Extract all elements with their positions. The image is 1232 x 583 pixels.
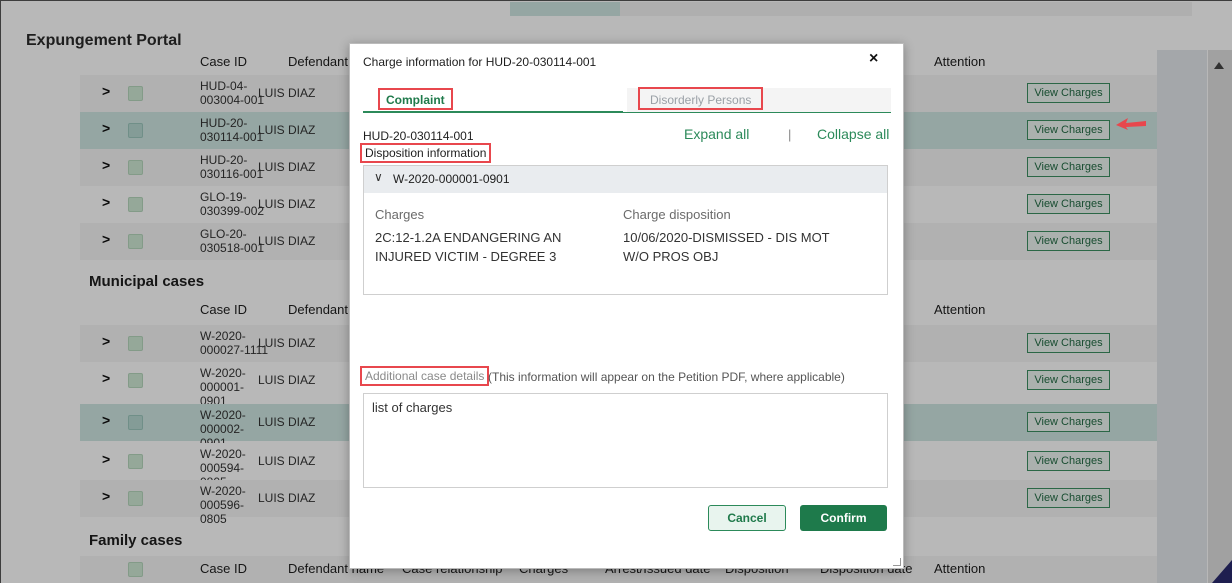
charge-value: 2C:12-1.2A ENDANGERING AN INJURED VICTIM… — [375, 230, 562, 264]
tab-disorderly-persons[interactable]: Disorderly Persons — [638, 87, 764, 110]
page-title: Expungement Portal — [26, 32, 182, 49]
red-arrow-icon — [1116, 118, 1146, 130]
cancel-button[interactable]: Cancel — [708, 505, 786, 531]
collapse-all-link[interactable]: Collapse all — [817, 126, 889, 142]
tab-complaint[interactable]: Complaint — [378, 88, 453, 110]
charge-disposition-label: Charge disposition — [623, 207, 731, 222]
case-number: HUD-20-030114-001 — [363, 129, 474, 143]
disposition-value: 10/06/2020-DISMISSED - DIS MOT W/O PROS … — [623, 230, 830, 264]
charges-label: Charges — [375, 207, 425, 222]
modal-tabs: Complaint Disorderly Persons — [363, 86, 891, 113]
disposition-accordion: ∨ W-2020-000001-0901 Charges Charge disp… — [363, 165, 888, 295]
accordion-header[interactable]: ∨ W-2020-000001-0901 — [364, 166, 887, 193]
accordion-title: W-2020-000001-0901 — [393, 172, 510, 186]
additional-details-label: Additional case details — [360, 366, 490, 386]
additional-details-textarea[interactable]: list of charges — [363, 393, 888, 488]
charge-info-modal: Charge information for HUD-20-030114-001… — [349, 43, 904, 569]
link-separator: | — [788, 127, 792, 142]
modal-title: Charge information for HUD-20-030114-001 — [363, 55, 597, 69]
additional-details-note: (This information will appear on the Pet… — [488, 370, 845, 384]
close-icon[interactable]: × — [869, 50, 878, 68]
disposition-info-heading: Disposition information — [360, 143, 492, 163]
tab-active-indicator — [363, 111, 623, 113]
resize-handle[interactable] — [893, 558, 901, 566]
chevron-down-icon[interactable]: ∨ — [374, 170, 383, 184]
expand-all-link[interactable]: Expand all — [684, 126, 749, 142]
confirm-button[interactable]: Confirm — [800, 505, 887, 531]
